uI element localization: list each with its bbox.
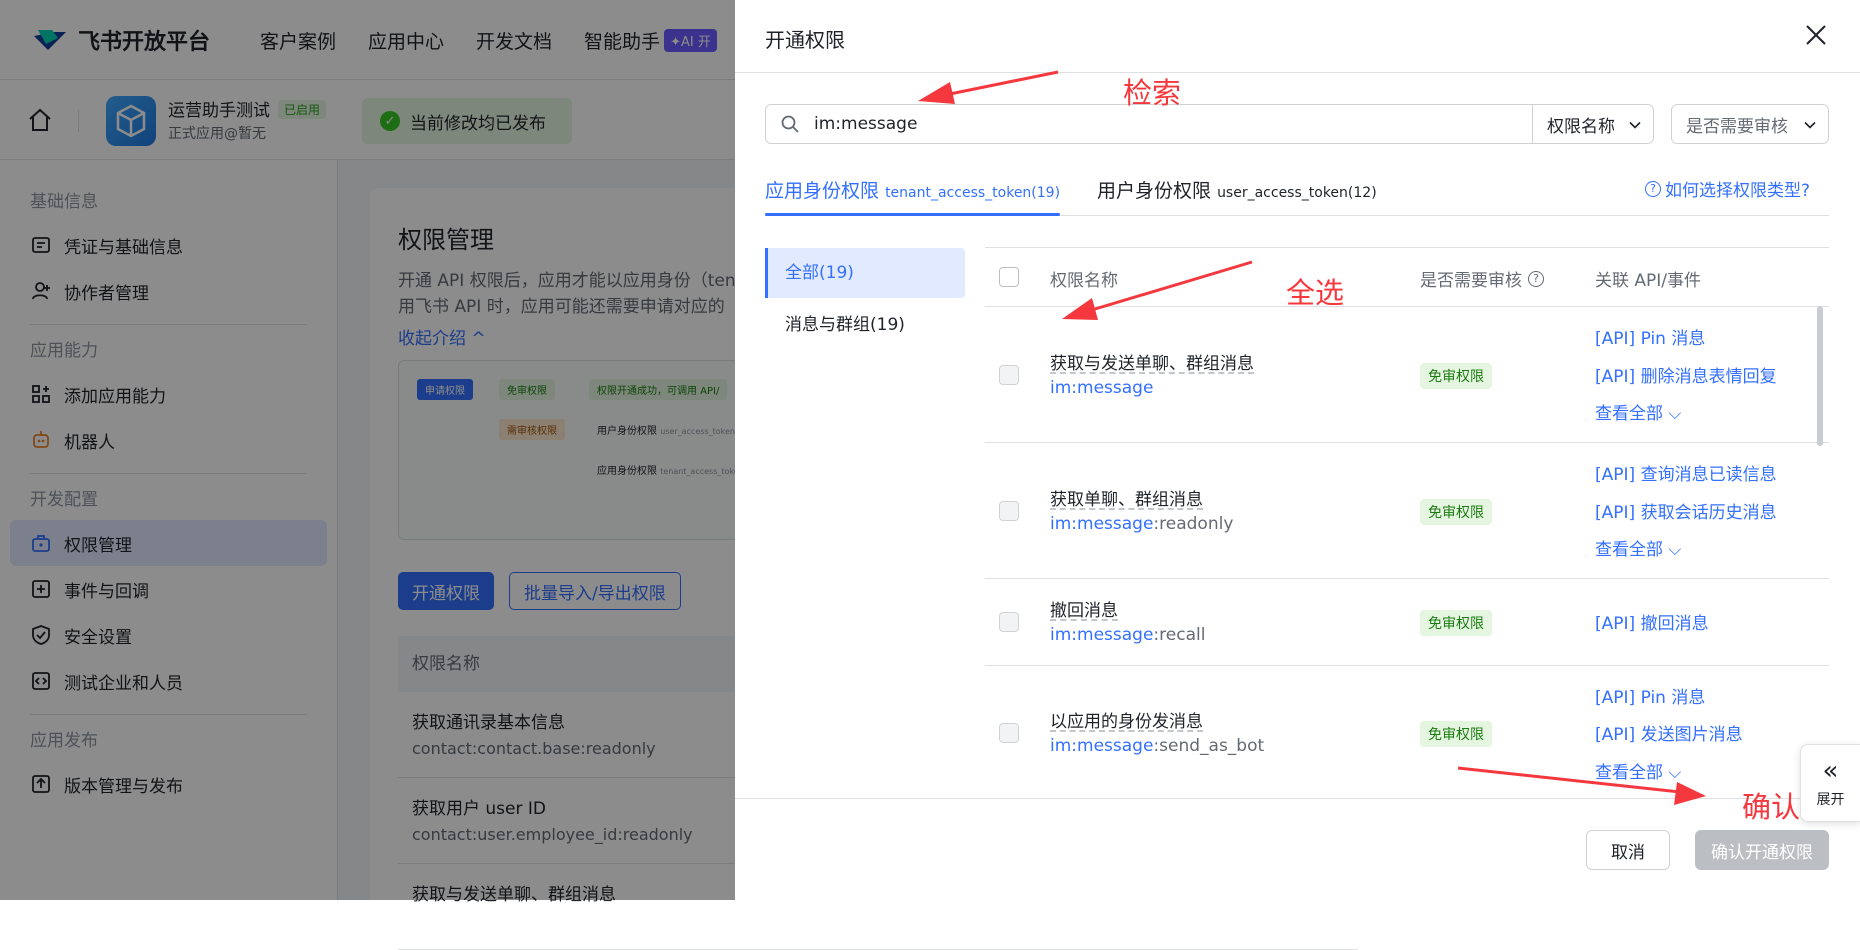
code-prefix: im:message bbox=[1050, 736, 1154, 756]
active-tab-indicator bbox=[765, 213, 1060, 216]
no-review-badge: 免审权限 bbox=[1420, 363, 1492, 389]
drawer-title: 开通权限 bbox=[765, 28, 845, 52]
expand-panel-button[interactable]: « 展开 bbox=[1800, 744, 1860, 822]
permission-code: im:message bbox=[1050, 378, 1153, 398]
category-all[interactable]: 全部(19) bbox=[765, 248, 965, 298]
tab-token: user_access_token(12) bbox=[1217, 185, 1377, 201]
permission-code: im:message:send_as_bot bbox=[1050, 736, 1264, 756]
double-chevron-left-icon: « bbox=[1822, 756, 1839, 786]
confirm-open-permission-button[interactable]: 确认开通权限 bbox=[1695, 830, 1829, 870]
tab-label: 用户身份权限 bbox=[1097, 180, 1212, 202]
column-related-api: 关联 API/事件 bbox=[1595, 271, 1702, 291]
tab-app-permission[interactable]: 应用身份权限 tenant_access_token(19) bbox=[765, 176, 1060, 203]
api-link[interactable]: [API] 发送图片消息 bbox=[1595, 720, 1743, 745]
code-prefix: im:message bbox=[1050, 378, 1154, 398]
annotation-confirm: 确认 bbox=[1742, 790, 1801, 824]
chevron-down-icon bbox=[1629, 121, 1641, 129]
permission-type-help-link[interactable]: ? 如何选择权限类型? bbox=[1645, 176, 1810, 201]
row-divider bbox=[985, 665, 1829, 666]
row-divider bbox=[985, 306, 1829, 307]
row-divider bbox=[985, 442, 1829, 443]
row-checkbox[interactable] bbox=[999, 365, 1019, 385]
code-suffix: :send_as_bot bbox=[1153, 736, 1265, 756]
search-input[interactable] bbox=[812, 113, 1412, 135]
annotation-select-all: 全选 bbox=[1286, 276, 1345, 310]
no-review-badge: 免审权限 bbox=[1420, 721, 1492, 747]
code-prefix: im:message bbox=[1050, 625, 1154, 645]
view-all-link[interactable]: 查看全部 ⌵ bbox=[1595, 535, 1681, 560]
question-icon: ? bbox=[1645, 180, 1661, 197]
api-link[interactable]: [API] 查询消息已读信息 bbox=[1595, 460, 1777, 485]
api-link[interactable]: [API] 删除消息表情回复 bbox=[1595, 362, 1777, 387]
permission-name: 以应用的身份发消息 bbox=[1050, 712, 1203, 732]
api-link[interactable]: [API] 撤回消息 bbox=[1595, 609, 1709, 634]
category-message-group[interactable]: 消息与群组(19) bbox=[765, 300, 965, 350]
chevron-down-icon bbox=[1804, 121, 1816, 129]
column-review: 是否需要审核 ? bbox=[1420, 266, 1544, 291]
api-link[interactable]: [API] 获取会话历史消息 bbox=[1595, 498, 1777, 523]
tab-label: 应用身份权限 bbox=[765, 180, 880, 202]
permission-name: 获取与发送单聊、群组消息 bbox=[1050, 354, 1254, 374]
footer-divider bbox=[735, 798, 1860, 799]
annotation-search: 检索 bbox=[1123, 76, 1182, 110]
expand-label: 展开 bbox=[1816, 792, 1845, 808]
row-checkbox[interactable] bbox=[999, 723, 1019, 743]
select-value: 权限名称 bbox=[1547, 116, 1615, 137]
row-checkbox[interactable] bbox=[999, 501, 1019, 521]
view-all-link[interactable]: 查看全部 ⌵ bbox=[1595, 399, 1681, 424]
row-divider bbox=[985, 578, 1829, 579]
no-review-badge: 免审权限 bbox=[1420, 610, 1492, 636]
column-review-label: 是否需要审核 bbox=[1420, 271, 1522, 291]
scrollbar-thumb[interactable] bbox=[1817, 306, 1823, 446]
view-all-link[interactable]: 查看全部 ⌵ bbox=[1595, 758, 1681, 783]
tab-token: tenant_access_token(19) bbox=[885, 185, 1061, 201]
question-icon[interactable]: ? bbox=[1528, 270, 1544, 287]
permission-name: 获取单聊、群组消息 bbox=[1050, 490, 1203, 510]
permission-code: im:message:readonly bbox=[1050, 514, 1233, 534]
column-permission-name: 权限名称 bbox=[1050, 271, 1118, 291]
table-top-line bbox=[985, 247, 1829, 248]
cancel-button[interactable]: 取消 bbox=[1586, 830, 1670, 870]
select-all-checkbox[interactable] bbox=[999, 267, 1019, 287]
no-review-badge: 免审权限 bbox=[1420, 499, 1492, 525]
api-link[interactable]: [API] Pin 消息 bbox=[1595, 324, 1705, 349]
help-text: 如何选择权限类型? bbox=[1665, 181, 1811, 201]
permission-code: im:message:recall bbox=[1050, 625, 1205, 645]
filter-permission-name-select[interactable]: 权限名称 bbox=[1532, 104, 1654, 144]
code-prefix: im:message bbox=[1050, 514, 1154, 534]
open-permission-drawer: 开通权限 权限名称 是否需要审核 应用身份权限 tenant_access_to… bbox=[735, 0, 1860, 900]
code-suffix: :readonly bbox=[1153, 514, 1234, 534]
row-checkbox[interactable] bbox=[999, 612, 1019, 632]
permission-name: 撤回消息 bbox=[1050, 601, 1118, 621]
api-link[interactable]: [API] Pin 消息 bbox=[1595, 683, 1705, 708]
code-suffix: :recall bbox=[1153, 625, 1206, 645]
filter-review-select[interactable]: 是否需要审核 bbox=[1671, 104, 1829, 144]
divider bbox=[735, 72, 1860, 73]
select-placeholder: 是否需要审核 bbox=[1686, 116, 1788, 137]
search-icon bbox=[781, 115, 799, 133]
tab-user-permission[interactable]: 用户身份权限 user_access_token(12) bbox=[1097, 176, 1377, 203]
close-icon[interactable] bbox=[1803, 22, 1829, 48]
